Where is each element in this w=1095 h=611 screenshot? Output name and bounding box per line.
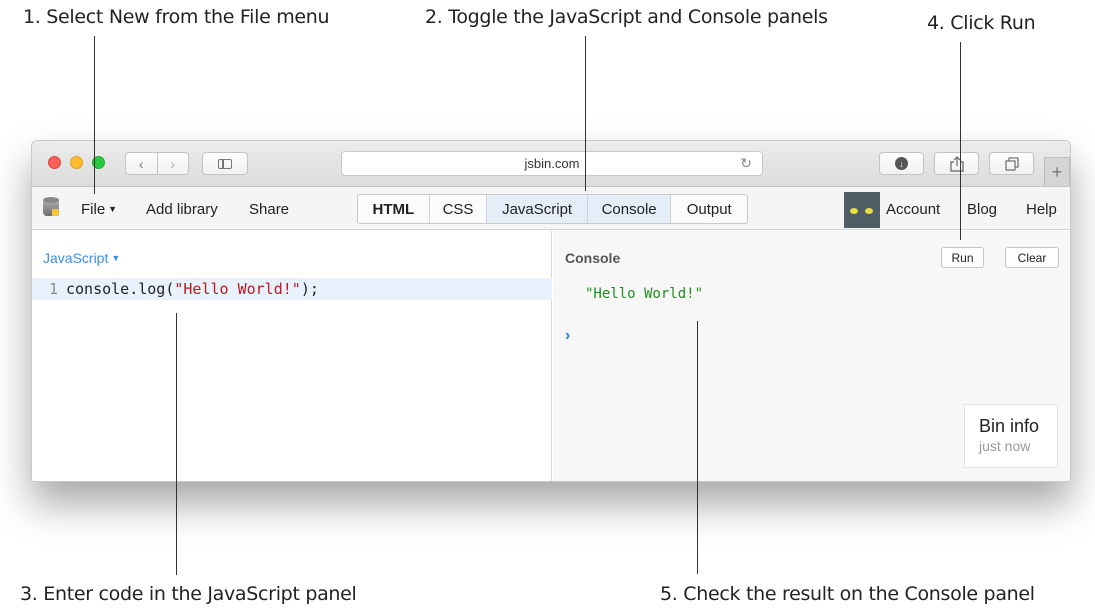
editor-panels: JavaScript ▼ 1 console.log("Hello World!"… — [32, 231, 1070, 481]
code-prefix: console.log( — [66, 280, 175, 298]
downloads-button[interactable]: ↓ — [879, 152, 924, 175]
bin-info-box[interactable]: Bin info just now — [964, 404, 1058, 468]
tab-css[interactable]: CSS — [430, 195, 488, 223]
url-text: jsbin.com — [524, 156, 580, 171]
clear-button[interactable]: Clear — [1005, 247, 1059, 268]
annotation-step4: 4. Click Run — [927, 12, 1036, 34]
reload-icon[interactable]: ↻ — [740, 155, 752, 172]
jsbin-toolbar: File ▼ Add library Share HTML CSS JavaScr… — [32, 187, 1070, 230]
callout-line-step3 — [176, 313, 177, 575]
panel-toggles: HTML CSS JavaScript Console Output — [357, 194, 748, 224]
annotation-step2: 2. Toggle the JavaScript and Console pan… — [425, 6, 828, 28]
code-suffix: ); — [300, 280, 319, 298]
tab-console[interactable]: Console — [587, 195, 672, 223]
sidebar-icon — [218, 158, 232, 169]
caret-down-icon: ▼ — [108, 204, 118, 214]
console-output: "Hello World!" — [585, 286, 704, 302]
share-button[interactable] — [934, 152, 979, 175]
close-window-button[interactable] — [48, 156, 61, 169]
line-number: 1 — [48, 280, 58, 298]
callout-line-step1 — [94, 36, 95, 194]
annotation-step5: 5. Check the result on the Console panel — [660, 583, 1035, 605]
new-tab-button[interactable]: + — [1044, 157, 1070, 186]
blog-link[interactable]: Blog — [967, 201, 997, 218]
callout-line-step4 — [960, 42, 961, 240]
tab-javascript[interactable]: JavaScript — [487, 195, 588, 223]
file-menu[interactable]: File ▼ — [81, 201, 117, 218]
callout-line-step2 — [585, 36, 586, 191]
javascript-panel-label[interactable]: JavaScript ▼ — [43, 250, 120, 266]
callout-line-step5 — [697, 321, 698, 574]
back-icon[interactable]: ‹ — [126, 156, 157, 172]
console-panel[interactable]: Console Run Clear "Hello World!" › Bin i… — [553, 231, 1070, 481]
download-icon: ↓ — [895, 157, 908, 170]
jsbin-logo-icon[interactable] — [43, 197, 59, 219]
annotation-step3: 3. Enter code in the JavaScript panel — [20, 583, 357, 605]
code-line[interactable]: 1 console.log("Hello World!"); — [32, 278, 552, 300]
console-prompt-icon[interactable]: › — [565, 327, 570, 345]
title-bar: ‹ › jsbin.com ↻ ↓ + — [32, 141, 1070, 187]
bin-info-time: just now — [979, 438, 1031, 454]
sidebar-toggle-button[interactable] — [202, 152, 248, 175]
account-menu[interactable]: Account — [886, 201, 940, 218]
avatar[interactable] — [844, 192, 880, 228]
address-bar[interactable]: jsbin.com ↻ — [341, 151, 763, 176]
nav-buttons: ‹ › — [125, 152, 189, 175]
forward-icon[interactable]: › — [158, 156, 189, 172]
share-icon — [949, 155, 964, 172]
tab-html[interactable]: HTML — [358, 195, 430, 223]
caret-down-icon: ▼ — [111, 253, 121, 263]
minimize-window-button[interactable] — [70, 156, 83, 169]
tabs-icon — [1004, 156, 1019, 171]
javascript-panel[interactable]: JavaScript ▼ 1 console.log("Hello World!"… — [32, 231, 552, 481]
help-link[interactable]: Help — [1026, 201, 1057, 218]
code-string: "Hello World!" — [174, 280, 301, 298]
console-panel-label: Console — [565, 250, 621, 266]
bin-info-title: Bin info — [979, 416, 1040, 436]
share-menu[interactable]: Share — [249, 201, 289, 218]
tab-output[interactable]: Output — [671, 195, 747, 223]
add-library-menu[interactable]: Add library — [146, 201, 218, 218]
browser-window: ‹ › jsbin.com ↻ ↓ + File ▼ Add library S… — [31, 140, 1071, 482]
tabs-overview-button[interactable] — [989, 152, 1034, 175]
annotation-step1: 1. Select New from the File menu — [23, 6, 330, 28]
run-button[interactable]: Run — [941, 247, 984, 268]
